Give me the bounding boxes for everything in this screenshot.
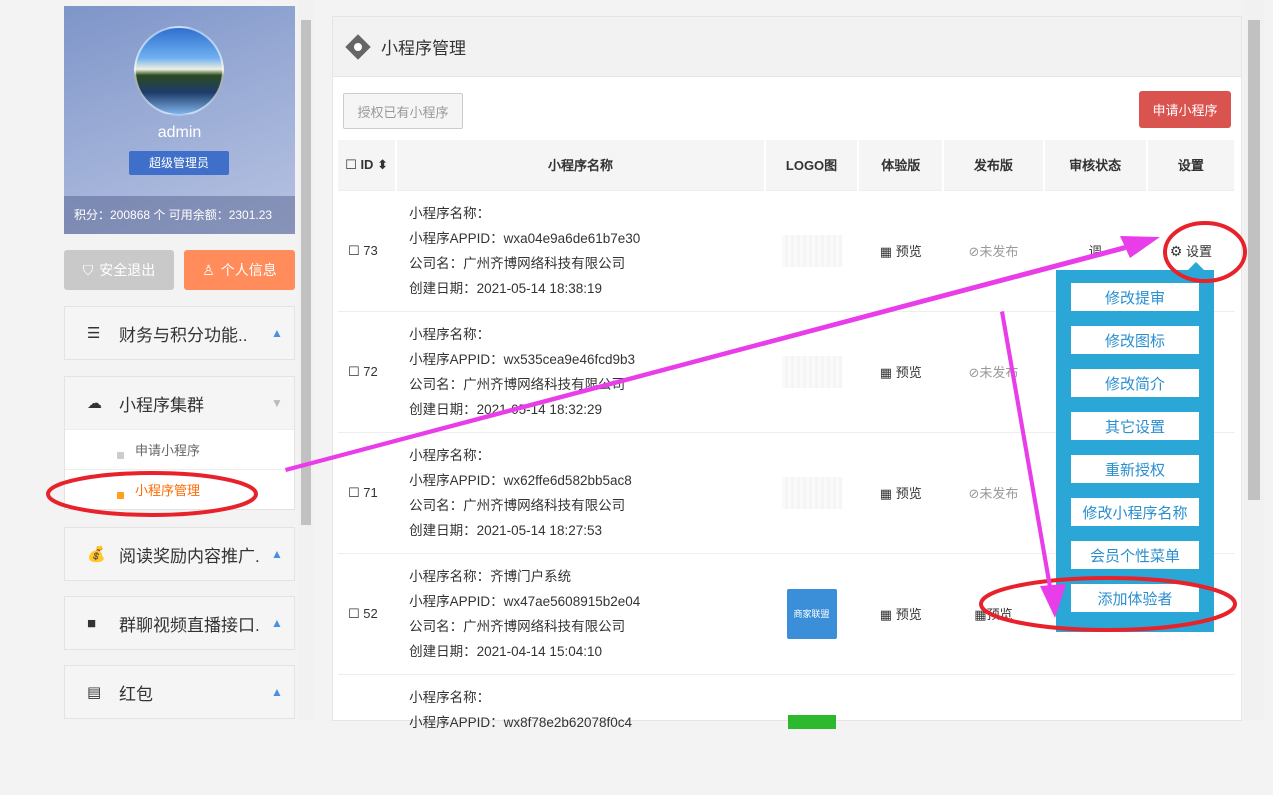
scrollbar-thumb[interactable] — [301, 20, 311, 525]
menu-item-add-tester[interactable]: 添加体验者 — [1071, 584, 1199, 612]
menu-item-modify-icon[interactable]: 修改图标 — [1071, 326, 1199, 354]
diamond-logo-icon — [345, 33, 371, 60]
page-title: 小程序管理 — [381, 39, 466, 58]
nav-head-finance[interactable]: ☰ 财务与积分功能.. ▲ — [65, 307, 294, 359]
miniprogram-logo: 商家联盟 — [786, 588, 837, 639]
role-badge: 超级管理员 — [129, 151, 229, 175]
authorize-existing-button[interactable]: 授权已有小程序 — [343, 93, 463, 129]
nav-head-miniprogram[interactable]: ☁ 小程序集群 ▼ — [65, 377, 294, 429]
logout-button[interactable]: ⛉ 安全退出 — [64, 250, 174, 290]
caret-up-icon: ▲ — [271, 326, 283, 340]
menu-item-other-settings[interactable]: 其它设置 — [1071, 412, 1199, 440]
qrcode-icon: ▦ — [879, 244, 893, 259]
scrollbar-thumb[interactable] — [1248, 20, 1260, 500]
sidebar-item-miniprogram-manage[interactable]: 小程序管理 — [65, 469, 294, 509]
logo-placeholder — [781, 476, 842, 509]
page-scrollbar[interactable] — [1244, 0, 1264, 721]
menu-item-modify-review[interactable]: 修改提审 — [1071, 283, 1199, 311]
row-checkbox[interactable]: ☐ — [348, 243, 360, 258]
unpublished-icon: ⊘ — [968, 244, 980, 259]
cloud-icon: ☁ — [87, 395, 102, 412]
panel-header: 小程序管理 — [333, 17, 1241, 77]
profile-button[interactable]: ♙ 个人信息 — [184, 250, 295, 290]
table-header-row: ☐ ID ⬍ 小程序名称 LOGO图 体验版 发布版 审核状态 设置 — [338, 140, 1237, 190]
settings-dropdown: 修改提审 修改图标 修改简介 其它设置 重新授权 修改小程序名称 会员个性菜单 … — [1056, 262, 1214, 632]
row-checkbox[interactable]: ☐ — [348, 606, 360, 621]
qrcode-icon: ▦ — [879, 486, 893, 501]
row-checkbox[interactable]: ☐ — [348, 485, 360, 500]
database-icon: ☰ — [87, 325, 101, 342]
nav-group-finance: ☰ 财务与积分功能.. ▲ — [64, 306, 295, 360]
user-icon: ♙ — [202, 261, 215, 278]
sidebar: admin 超级管理员 积分：200868 个 可用余额：2301.23 ⛉ 安… — [0, 0, 300, 721]
apply-miniprogram-button[interactable]: 申请小程序 — [1139, 91, 1231, 128]
preview-link[interactable]: ▦ 预览 — [858, 552, 944, 674]
preview-link[interactable]: ▦ 预览 — [858, 310, 944, 432]
qrcode-icon: ▦ — [879, 365, 893, 380]
release-preview-link[interactable]: ▦预览 — [943, 552, 1044, 674]
profile-card: admin 超级管理员 积分：200868 个 可用余额：2301.23 — [64, 6, 295, 234]
row-checkbox[interactable]: ☐ — [348, 364, 360, 379]
logo-placeholder — [781, 355, 842, 388]
nav-group-miniprogram: ☁ 小程序集群 ▼ 申请小程序 小程序管理 — [64, 376, 295, 510]
col-review: 审核状态 — [1043, 140, 1148, 190]
bullet-icon — [117, 492, 124, 499]
caret-up-icon: ▲ — [271, 547, 283, 561]
qrcode-icon: ▦ — [974, 607, 987, 622]
gear-icon: ⚙ — [1169, 243, 1183, 259]
nav-group-reading: 💰 阅读奖励内容推广.. ▲ — [64, 527, 295, 581]
account-stats: 积分：200868 个 可用余额：2301.23 — [64, 196, 295, 234]
unpublished-icon: ⊘ — [968, 365, 980, 380]
money-bag-icon: 💰 — [87, 546, 106, 563]
col-name: 小程序名称 — [396, 140, 766, 190]
menu-item-reauthorize[interactable]: 重新授权 — [1071, 455, 1199, 483]
preview-link[interactable]: ▦ 预览 — [858, 189, 944, 311]
avatar[interactable] — [134, 26, 224, 116]
col-logo: LOGO图 — [764, 140, 860, 190]
bullet-icon — [117, 452, 124, 459]
col-release: 发布版 — [943, 140, 1045, 190]
menu-item-rename[interactable]: 修改小程序名称 — [1071, 498, 1199, 526]
nav-group-video: ■ 群聊视频直播接口.. ▲ — [64, 596, 295, 650]
col-id[interactable]: ☐ ID ⬍ — [338, 140, 398, 190]
dropdown-arrow — [1188, 262, 1204, 270]
caret-up-icon: ▲ — [271, 616, 283, 630]
nav-head-redpacket[interactable]: ▤ 红包 ▲ — [65, 666, 294, 718]
sidebar-item-apply-miniprogram[interactable]: 申请小程序 — [65, 429, 294, 469]
nav-group-redpacket: ▤ 红包 ▲ — [64, 665, 295, 719]
shield-icon: ⛉ — [82, 261, 94, 278]
qrcode-icon: ▦ — [879, 607, 893, 622]
logo-placeholder — [781, 234, 842, 267]
sort-icon[interactable]: ⬍ — [377, 157, 388, 172]
col-setting: 设置 — [1146, 140, 1237, 190]
username: admin — [157, 124, 202, 141]
video-camera-icon: ■ — [87, 614, 97, 632]
preview-link[interactable]: ▦ 预览 — [858, 431, 944, 553]
sidebar-scrollbar[interactable] — [298, 0, 314, 721]
nav-head-video[interactable]: ■ 群聊视频直播接口.. ▲ — [65, 597, 294, 649]
unpublished-icon: ⊘ — [968, 486, 980, 501]
nav-head-reading[interactable]: 💰 阅读奖励内容推广.. ▲ — [65, 528, 294, 580]
list-icon: ▤ — [87, 684, 102, 701]
caret-up-icon: ▲ — [271, 685, 283, 699]
menu-item-member-menu[interactable]: 会员个性菜单 — [1071, 541, 1199, 569]
menu-item-modify-intro[interactable]: 修改简介 — [1071, 369, 1199, 397]
col-experience: 体验版 — [858, 140, 945, 190]
miniprogram-logo — [787, 714, 836, 729]
caret-down-icon: ▼ — [271, 396, 283, 410]
select-all-checkbox[interactable]: ☐ — [345, 157, 357, 172]
table-row: 小程序名称： 小程序APPID：wx8f78e2b62078f0c4 — [338, 673, 1235, 795]
